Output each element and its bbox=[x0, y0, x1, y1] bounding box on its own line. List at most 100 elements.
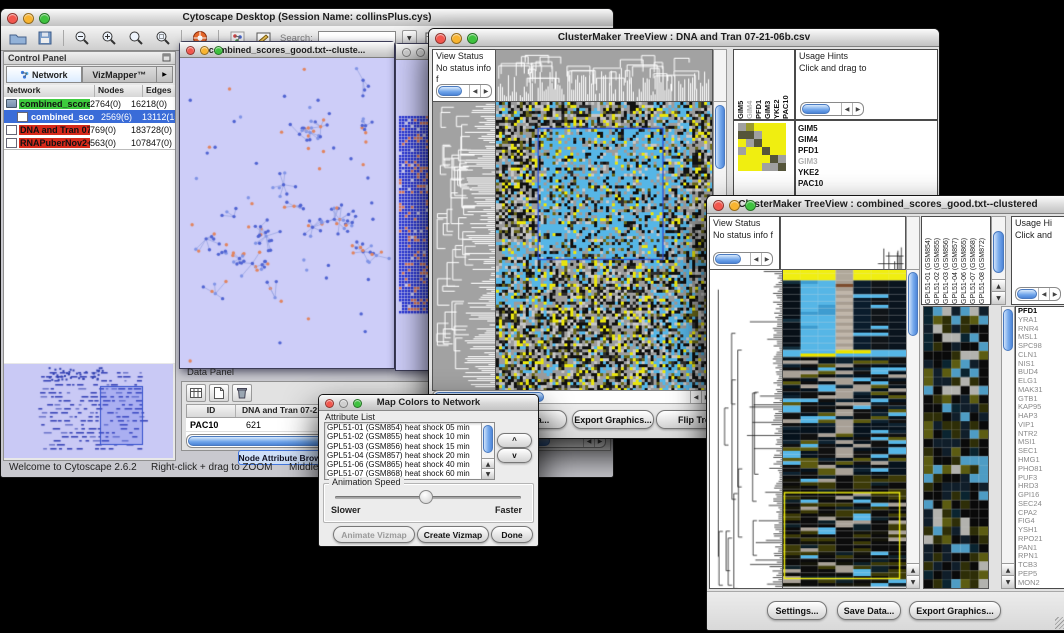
cluster-heatmap[interactable] bbox=[495, 101, 713, 391]
gene-label[interactable]: MAK31 bbox=[1016, 386, 1064, 395]
column-edges[interactable]: Edges bbox=[143, 85, 175, 97]
matrix-row-label[interactable]: GIM4 bbox=[796, 134, 937, 145]
matrix-row-label[interactable]: PAC10 bbox=[796, 178, 937, 189]
gene-label[interactable]: RPO21 bbox=[1016, 535, 1064, 544]
gene-label[interactable]: CPA2 bbox=[1016, 509, 1064, 518]
vscroll-thumb[interactable] bbox=[993, 231, 1004, 273]
zoom-window-icon[interactable] bbox=[467, 33, 478, 44]
matrix-column-label[interactable]: GIM5 bbox=[736, 50, 745, 119]
zoom-window-icon[interactable] bbox=[353, 399, 362, 408]
gene-label[interactable]: PHO81 bbox=[1016, 465, 1064, 474]
gene-label[interactable]: RNR4 bbox=[1016, 325, 1064, 334]
cluster-heatmap[interactable] bbox=[782, 269, 907, 589]
scroll-right-icon[interactable]: ▶ bbox=[480, 85, 491, 97]
array-column-label[interactable]: GPL51-02 (GSM855) bbox=[933, 217, 942, 304]
gene-label[interactable]: CLN1 bbox=[1016, 351, 1064, 360]
close-icon[interactable] bbox=[7, 13, 18, 24]
gene-label[interactable]: SEC1 bbox=[1016, 447, 1064, 456]
gene-label[interactable]: GTB1 bbox=[1016, 395, 1064, 404]
vscroll-thumb[interactable] bbox=[908, 272, 918, 336]
scroll-left-icon[interactable]: ◀ bbox=[1038, 288, 1049, 300]
vscroll-thumb[interactable] bbox=[1003, 309, 1013, 351]
gene-label[interactable]: MSL1 bbox=[1016, 333, 1064, 342]
close-icon[interactable] bbox=[402, 48, 411, 57]
gene-label[interactable]: PAN1 bbox=[1016, 544, 1064, 553]
attribute-list-item[interactable]: GPL51-06 (GSM865) heat shock 40 min bbox=[325, 460, 494, 469]
float-panel-icon[interactable] bbox=[162, 53, 171, 64]
matrix-row-label[interactable]: YKE2 bbox=[796, 167, 937, 178]
zoom-selected-icon[interactable] bbox=[152, 29, 174, 48]
minimize-icon[interactable] bbox=[416, 48, 425, 57]
gene-label[interactable]: SEC24 bbox=[1016, 500, 1064, 509]
gene-label[interactable]: MON2 bbox=[1016, 579, 1064, 588]
tab-vizmapper[interactable]: VizMapper™ bbox=[82, 66, 158, 83]
treeview1-titlebar[interactable]: ClusterMaker TreeView : DNA and Tran 07-… bbox=[429, 29, 939, 47]
animate-vizmap-button[interactable]: Animate Vizmap bbox=[333, 526, 415, 543]
column-nodes[interactable]: Nodes bbox=[95, 85, 143, 97]
hscroll-thumb[interactable] bbox=[1017, 289, 1037, 299]
scroll-down-icon[interactable]: ▼ bbox=[907, 575, 919, 588]
dialog-titlebar[interactable]: Map Colors to Network bbox=[319, 395, 538, 411]
scroll-right-icon[interactable]: ▶ bbox=[1049, 288, 1060, 300]
done-button[interactable]: Done bbox=[491, 526, 533, 543]
network-table-row[interactable]: combined_scores_ 2764(0) 16218(0) bbox=[4, 97, 175, 110]
vscroll-thumb[interactable] bbox=[483, 425, 493, 453]
gene-label[interactable]: YSH1 bbox=[1016, 526, 1064, 535]
scroll-right-icon[interactable]: ▶ bbox=[852, 103, 863, 115]
gene-label[interactable]: BUD4 bbox=[1016, 368, 1064, 377]
view-status-hscrollbar[interactable]: ◀ ▶ bbox=[713, 252, 773, 266]
array-column-label[interactable]: GPL51-01 (GSM854) bbox=[924, 217, 933, 304]
matrix-column-label[interactable]: PAC10 bbox=[781, 50, 790, 119]
close-icon[interactable] bbox=[713, 200, 724, 211]
zoom-fit-icon[interactable] bbox=[125, 29, 147, 48]
gene-label[interactable]: HAP3 bbox=[1016, 412, 1064, 421]
gene-label[interactable]: MSI1 bbox=[1016, 438, 1064, 447]
heatmap-vscrollbar[interactable]: ▲ ▼ bbox=[906, 269, 920, 589]
hscroll-thumb[interactable] bbox=[438, 86, 462, 96]
view-status-hscrollbar[interactable]: ◀ ▶ bbox=[436, 84, 492, 98]
cytoscape-titlebar[interactable]: Cytoscape Desktop (Session Name: collins… bbox=[1, 9, 613, 27]
close-icon[interactable] bbox=[325, 399, 334, 408]
matrix-column-label[interactable]: YKE2 bbox=[772, 50, 781, 119]
usage-hints-hscrollbar[interactable]: ◀ ▶ bbox=[1015, 287, 1061, 301]
gene-label[interactable]: PUF3 bbox=[1016, 474, 1064, 483]
gene-label[interactable]: YRA1 bbox=[1016, 316, 1064, 325]
gene-label[interactable]: RPN1 bbox=[1016, 552, 1064, 561]
zoom-out-icon[interactable] bbox=[71, 29, 93, 48]
attribute-list-item[interactable]: GPL51-01 (GSM854) heat shock 05 min bbox=[325, 423, 494, 432]
treeview2-titlebar[interactable]: ClusterMaker TreeView : combined_scores_… bbox=[707, 196, 1064, 214]
gene-label[interactable]: ELG1 bbox=[1016, 377, 1064, 386]
scroll-down-icon[interactable]: ▼ bbox=[482, 468, 494, 479]
zoomed-heatmap[interactable] bbox=[923, 306, 989, 589]
scroll-left-icon[interactable]: ◀ bbox=[690, 391, 701, 403]
column-id[interactable]: ID bbox=[187, 405, 236, 417]
zoom-in-icon[interactable] bbox=[98, 29, 120, 48]
matrix-column-label[interactable]: GIM3 bbox=[763, 50, 772, 119]
scroll-down-icon[interactable]: ▼ bbox=[992, 291, 1005, 304]
matrix-column-label[interactable]: GIM4 bbox=[745, 50, 754, 119]
array-column-label[interactable]: GPL51-06 (GSM865) bbox=[960, 217, 969, 304]
usage-hints-hscrollbar[interactable]: ◀ ▶ bbox=[800, 102, 864, 116]
birds-eye-view[interactable] bbox=[4, 364, 173, 458]
scroll-left-icon[interactable]: ◀ bbox=[841, 103, 852, 115]
gene-label[interactable]: FIG4 bbox=[1016, 517, 1064, 526]
gene-label[interactable]: HRD3 bbox=[1016, 482, 1064, 491]
matrix-row-label[interactable]: PFD1 bbox=[796, 145, 937, 156]
gene-label[interactable]: SPC98 bbox=[1016, 342, 1064, 351]
gene-label[interactable]: PFD1 bbox=[1016, 307, 1064, 316]
delete-attribute-icon[interactable] bbox=[232, 384, 252, 402]
gene-label[interactable]: KAP95 bbox=[1016, 403, 1064, 412]
minimize-icon[interactable] bbox=[23, 13, 34, 24]
zoom-window-icon[interactable] bbox=[745, 200, 756, 211]
save-session-icon[interactable] bbox=[34, 29, 56, 48]
network-table-row[interactable]: RNAPuberNov2+! 563(0) 107847(0) bbox=[4, 136, 175, 149]
labels-vscrollbar[interactable]: ▲ ▼ bbox=[991, 216, 1006, 305]
scroll-right-icon[interactable]: ▶ bbox=[761, 253, 772, 265]
minimize-icon[interactable] bbox=[729, 200, 740, 211]
network-table-row[interactable]: DNA and Tran 07 769(0) 183728(0) bbox=[4, 123, 175, 136]
attribute-list-item[interactable]: GPL51-02 (GSM855) heat shock 10 min bbox=[325, 432, 494, 441]
network-table-row[interactable]: combined_sco 2569(6) 13112(15) bbox=[4, 110, 175, 123]
matrix-column-label[interactable]: PFD1 bbox=[754, 50, 763, 119]
attribute-list-vscrollbar[interactable]: ▲ ▼ bbox=[481, 423, 494, 479]
create-vizmap-button[interactable]: Create Vizmap bbox=[417, 526, 489, 543]
